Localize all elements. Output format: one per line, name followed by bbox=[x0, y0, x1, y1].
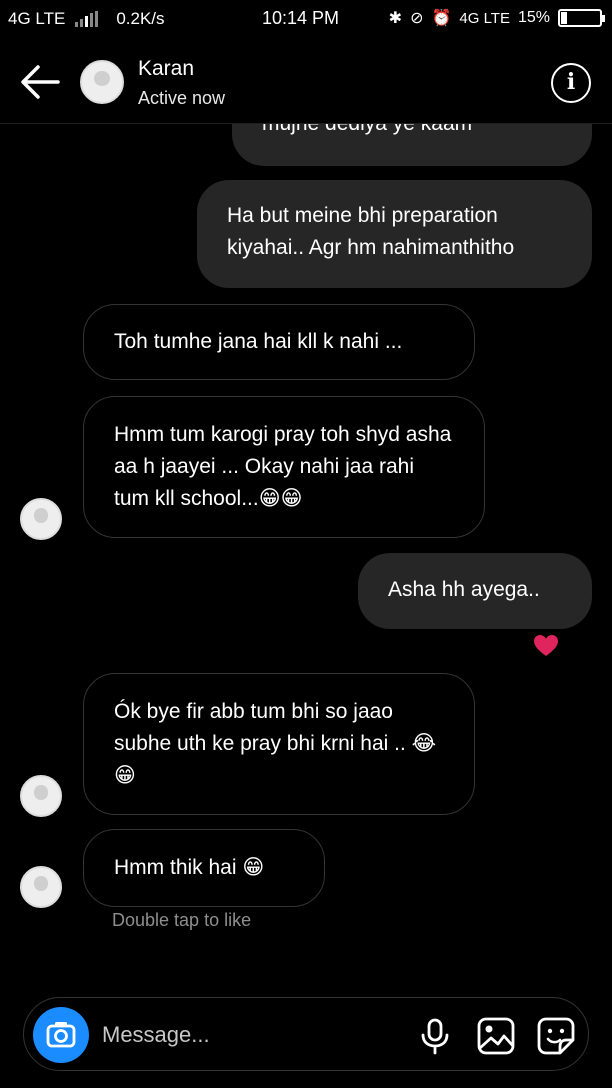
status-bar: 4G LTE 0.2K/s 10:14 PM ✱ ⊘ ⏰ 4G LTE 15% bbox=[0, 0, 612, 38]
contact-status: Active now bbox=[138, 88, 226, 108]
microphone-icon[interactable] bbox=[415, 1016, 455, 1056]
message-bubble-received[interactable]: Hmm tum karogi pray toh shyd asha aa h j… bbox=[83, 396, 485, 538]
arrow-left-icon[interactable] bbox=[18, 62, 62, 102]
battery-level bbox=[561, 12, 567, 24]
signal-icon bbox=[75, 11, 99, 27]
info-icon[interactable]: i bbox=[551, 63, 591, 103]
message-partial: mujhe dediya ye kaam bbox=[232, 124, 592, 166]
mute-icon: ⊘ bbox=[410, 10, 424, 27]
gallery-icon[interactable] bbox=[476, 1016, 516, 1056]
double-tap-hint: Double tap to like bbox=[112, 910, 252, 930]
avatar bbox=[20, 866, 62, 908]
message-bubble-sent[interactable]: mujhe dediya ye kaam bbox=[232, 124, 592, 166]
clock: 10:14 PM bbox=[262, 8, 340, 28]
message-bubble-sent[interactable]: Asha hh ayega.. bbox=[358, 553, 592, 629]
battery-icon bbox=[558, 9, 605, 27]
message-input[interactable] bbox=[102, 1018, 402, 1052]
camera-icon[interactable] bbox=[33, 1007, 89, 1063]
avatar bbox=[20, 775, 62, 817]
network-speed: 0.2K/s bbox=[116, 9, 165, 28]
contact-name[interactable]: Karan bbox=[138, 57, 194, 81]
battery-percent: 15% bbox=[517, 9, 550, 26]
message-bubble-received[interactable]: Toh tumhe jana hai kll k nahi ... bbox=[83, 304, 475, 380]
message-bubble-received[interactable]: Hmm thik hai 😁 bbox=[83, 829, 325, 907]
network-type: 4G LTE bbox=[8, 9, 66, 28]
alarm-icon: ⏰ bbox=[431, 10, 452, 27]
message-composer bbox=[23, 997, 589, 1071]
chat-header: Karan Active now i bbox=[0, 40, 612, 124]
bluetooth-icon: ✱ bbox=[388, 10, 403, 27]
message-bubble-received[interactable]: Ók bye fir abb tum bhi so jaao subhe uth… bbox=[83, 673, 475, 815]
heart-reaction-icon[interactable] bbox=[533, 634, 559, 658]
avatar bbox=[20, 498, 62, 540]
network-type-2: 4G LTE bbox=[459, 9, 510, 27]
avatar[interactable] bbox=[80, 60, 124, 104]
message-bubble-sent[interactable]: Ha but meine bhi preparation kiyahai.. A… bbox=[197, 180, 592, 288]
sticker-icon[interactable] bbox=[536, 1016, 576, 1056]
